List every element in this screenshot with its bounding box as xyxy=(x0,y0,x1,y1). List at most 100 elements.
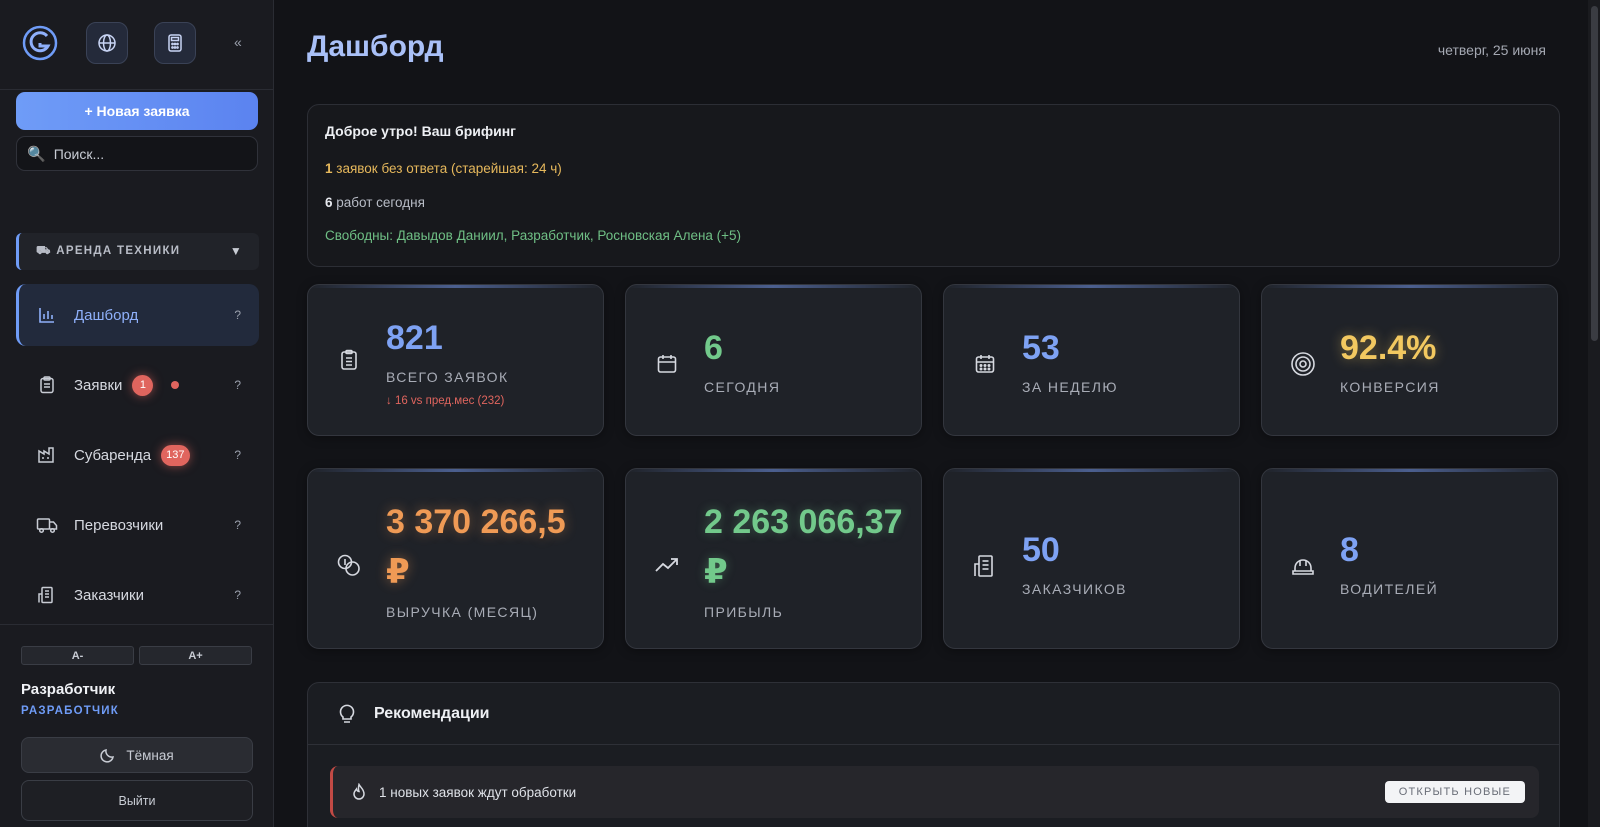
unread-dot xyxy=(171,381,180,389)
building-icon xyxy=(972,553,998,579)
calendar-grid-icon xyxy=(972,351,998,377)
stat-card-drivers[interactable]: 8 ВОДИТЕЛЕЙ xyxy=(1261,468,1558,649)
bar-chart-icon xyxy=(36,304,58,326)
help-icon[interactable]: ? xyxy=(234,448,241,462)
theme-label: Тёмная xyxy=(126,747,174,763)
chevron-down-icon[interactable]: ▼ xyxy=(230,244,243,258)
stat-currency: ₽ xyxy=(704,553,728,591)
help-icon[interactable]: ? xyxy=(234,588,241,602)
briefing-panel: Доброе утро! Ваш брифинг 1 заявок без от… xyxy=(307,104,1560,267)
recommendation-text: 1 новых заявок ждут обработки xyxy=(379,784,577,800)
trending-up-icon xyxy=(654,552,680,578)
sidebar-item-label: Дашборд xyxy=(74,306,139,324)
section-label: ⛟ АРЕНДА ТЕХНИКИ xyxy=(36,245,181,257)
sidebar-item-label: Перевозчики xyxy=(74,516,164,534)
app-logo[interactable] xyxy=(22,25,58,61)
sidebar-item-dashboard[interactable]: Дашборд ? xyxy=(16,284,259,346)
hard-hat-icon xyxy=(1290,553,1316,579)
briefing-jobs: 6 работ сегодня xyxy=(325,195,425,210)
help-icon[interactable]: ? xyxy=(234,518,241,532)
collapse-sidebar-button[interactable]: « xyxy=(234,34,242,50)
sidebar-item-customers[interactable]: Заказчики ? xyxy=(16,564,259,626)
page-title: Дашборд xyxy=(307,30,444,63)
scrollbar-thumb[interactable] xyxy=(1591,6,1598,341)
briefing-unanswered[interactable]: 1 заявок без ответа (старейшая: 24 ч) xyxy=(325,161,562,176)
truck-icon xyxy=(36,514,58,536)
stat-value: 821 xyxy=(386,319,443,357)
unanswered-text: заявок без ответа (старейшая: 24 ч) xyxy=(332,161,562,176)
globe-icon xyxy=(98,34,116,52)
new-request-button[interactable]: + Новая заявка xyxy=(16,92,258,130)
stat-card-profit[interactable]: 2 263 066,37 ₽ ПРИБЫЛЬ xyxy=(625,468,922,649)
stat-value: 92.4% xyxy=(1340,329,1437,367)
stat-value: 50 xyxy=(1022,531,1060,569)
stat-label: ЗА НЕДЕЛЮ xyxy=(1022,379,1118,395)
stat-value: 6 xyxy=(704,329,723,367)
current-date: четверг, 25 июня xyxy=(1437,42,1546,58)
stat-label: ПРИБЫЛЬ xyxy=(704,604,784,620)
stat-value: 2 263 066,37 xyxy=(704,503,903,541)
briefing-free-drivers: Свободны: Давыдов Даниил, Разработчик, Р… xyxy=(325,228,742,243)
stat-currency: ₽ xyxy=(386,553,410,591)
target-icon xyxy=(1290,351,1316,377)
recommendations-panel: Рекомендации 1 новых заявок ждут обработ… xyxy=(307,682,1560,827)
stat-card-conversion[interactable]: 92.4% КОНВЕРСИЯ xyxy=(1261,284,1558,436)
lightbulb-icon xyxy=(339,704,355,723)
font-increase-button[interactable]: A+ xyxy=(139,646,252,665)
logout-button[interactable]: Выйти xyxy=(21,780,253,821)
theme-toggle-button[interactable]: Тёмная xyxy=(21,737,253,773)
stat-label: ВОДИТЕЛЕЙ xyxy=(1340,581,1439,597)
user-role: РАЗРАБОТЧИК xyxy=(21,705,119,717)
stat-card-customers[interactable]: 50 ЗАКАЗЧИКОВ xyxy=(943,468,1240,649)
sidebar-item-label: Заказчики xyxy=(74,586,144,604)
sidebar-item-label: Субаренда xyxy=(74,446,152,464)
search-input[interactable] xyxy=(53,145,244,162)
stat-label: ЗАКАЗЧИКОВ xyxy=(1022,581,1127,597)
stat-value: 3 370 266,5 xyxy=(386,503,566,541)
search-box: 🔍 xyxy=(16,136,258,171)
sidebar-item-requests[interactable]: Заявки 1 ? xyxy=(16,354,259,416)
calendar-icon xyxy=(654,351,680,377)
calculator-button[interactable] xyxy=(154,22,196,64)
stat-card-revenue[interactable]: 3 370 266,5 ₽ ВЫРУЧКА (МЕСЯЦ) xyxy=(307,468,604,649)
jobs-count: 6 xyxy=(325,195,333,210)
factory-icon xyxy=(36,444,58,466)
open-new-requests-button[interactable]: ОТКРЫТЬ НОВЫЕ xyxy=(1384,781,1525,803)
moon-icon xyxy=(100,749,115,763)
sidebar-header: « xyxy=(0,0,273,90)
main-content: Дашборд четверг, 25 июня Доброе утро! Ва… xyxy=(274,0,1600,827)
recommendations-title: Рекомендации xyxy=(374,704,490,722)
stat-value: 8 xyxy=(1340,531,1359,569)
clipboard-icon xyxy=(36,374,58,396)
stat-label: СЕГОДНЯ xyxy=(704,379,781,395)
font-decrease-button[interactable]: A- xyxy=(21,646,134,665)
section-equipment-rental[interactable]: ⛟ АРЕНДА ТЕХНИКИ ▼ xyxy=(16,233,259,270)
stat-value: 53 xyxy=(1022,329,1060,367)
recommendation-item: 1 новых заявок ждут обработки ОТКРЫТЬ НО… xyxy=(330,766,1539,818)
calculator-icon xyxy=(168,34,182,52)
scrollbar[interactable] xyxy=(1588,0,1600,827)
sidebar-item-label: Заявки xyxy=(74,376,123,394)
stat-card-week[interactable]: 53 ЗА НЕДЕЛЮ xyxy=(943,284,1240,436)
building-icon xyxy=(36,584,58,606)
user-name: Разработчик xyxy=(21,681,116,698)
recommendations-header: Рекомендации xyxy=(308,683,1559,745)
sidebar-item-subrent[interactable]: Субаренда 137 ? xyxy=(16,424,259,486)
stat-card-today[interactable]: 6 СЕГОДНЯ xyxy=(625,284,922,436)
sidebar-footer: A- A+ Разработчик РАЗРАБОТЧИК Тёмная Вый… xyxy=(0,624,274,827)
stat-trend: ↓ 16 vs пред.мес (232) xyxy=(386,395,505,407)
coins-icon xyxy=(336,552,362,578)
jobs-text: работ сегодня xyxy=(332,195,425,210)
help-icon[interactable]: ? xyxy=(234,378,241,392)
briefing-title: Доброе утро! Ваш брифинг xyxy=(325,123,516,139)
stat-label: ВСЕГО ЗАЯВОК xyxy=(386,369,509,385)
flame-icon xyxy=(353,783,365,800)
stat-card-total-requests[interactable]: 821 ВСЕГО ЗАЯВОК ↓ 16 vs пред.мес (232) xyxy=(307,284,604,436)
sidebar: « + Новая заявка 🔍 ⛟ АРЕНДА ТЕХНИКИ ▼ Да… xyxy=(0,0,274,827)
sidebar-item-carriers[interactable]: Перевозчики ? xyxy=(16,494,259,556)
subrent-count-badge: 137 xyxy=(161,444,190,466)
help-icon[interactable]: ? xyxy=(234,308,241,322)
stat-label: ВЫРУЧКА (МЕСЯЦ) xyxy=(386,604,539,620)
unanswered-count: 1 xyxy=(325,161,333,176)
language-button[interactable] xyxy=(86,22,128,64)
